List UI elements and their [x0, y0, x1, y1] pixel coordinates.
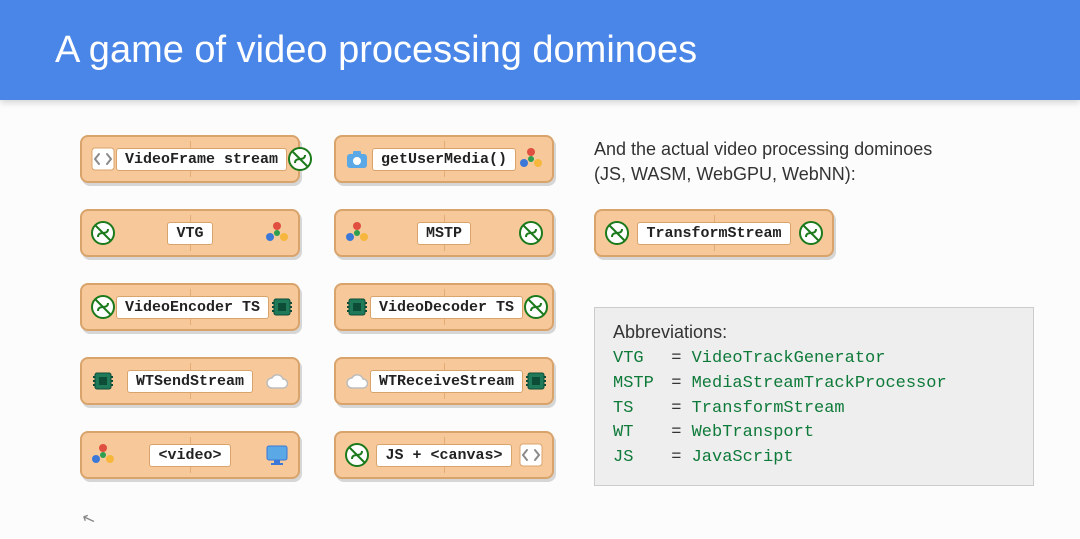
abbrev-equals: =: [661, 423, 692, 442]
abbrev-row: TS = TransformStream: [613, 397, 1015, 422]
chip-icon: [344, 294, 370, 320]
abbrev-key: WT: [613, 421, 661, 446]
abbrev-equals: =: [661, 349, 692, 368]
subtitle: And the actual video processing dominoes…: [594, 137, 1040, 187]
cloud-icon: [264, 368, 290, 394]
abbreviations-title: Abbreviations:: [613, 322, 1015, 343]
abbrev-value: TransformStream: [692, 399, 845, 418]
webrtc-icon: [90, 442, 116, 468]
domino-label: TransformStream: [637, 222, 790, 245]
domino: VideoFrame stream: [80, 135, 300, 183]
abbrev-row: WT = WebTransport: [613, 421, 1015, 446]
chip-icon: [269, 294, 295, 320]
domino-label: WTReceiveStream: [370, 370, 523, 393]
cursor-icon: ↖: [79, 507, 98, 530]
chip-icon: [90, 368, 116, 394]
monitor-icon: [264, 442, 290, 468]
slide-title: A game of video processing dominoes: [55, 29, 697, 72]
abbrev-row: MSTP = MediaStreamTrackProcessor: [613, 372, 1015, 397]
abbreviations-list: VTG = VideoTrackGeneratorMSTP = MediaStr…: [613, 347, 1015, 470]
domino-label: getUserMedia(): [372, 148, 516, 171]
code-icon: [518, 442, 544, 468]
domino-label: JS + <canvas>: [376, 444, 511, 467]
domino: VideoEncoder TS: [80, 283, 300, 331]
domino: getUserMedia(): [334, 135, 554, 183]
abbrev-value: JavaScript: [692, 448, 794, 467]
abbrev-value: MediaStreamTrackProcessor: [692, 374, 947, 393]
dominoes-grid: VideoFrame stream getUserMedia() VTG MSTP Vi…: [80, 135, 554, 486]
domino-label: VTG: [167, 222, 212, 245]
abbrev-equals: =: [661, 374, 692, 393]
abbrev-equals: =: [661, 399, 692, 418]
transform-domino-wrap: TransformStream: [594, 209, 1040, 257]
domino: JS + <canvas>: [334, 431, 554, 479]
abbrev-equals: =: [661, 448, 692, 467]
slide-content: VideoFrame streamgetUserMedia()VTGMSTPVi…: [0, 100, 1080, 486]
abbrev-value: VideoTrackGenerator: [692, 349, 886, 368]
domino-label: WTSendStream: [127, 370, 253, 393]
abbrev-key: TS: [613, 397, 661, 422]
abbrev-row: VTG = VideoTrackGenerator: [613, 347, 1015, 372]
domino: <video>: [80, 431, 300, 479]
camera-icon: [344, 146, 370, 172]
right-column: And the actual video processing dominoes…: [594, 135, 1040, 486]
domino-label: VideoEncoder TS: [116, 296, 269, 319]
slide-header: A game of video processing dominoes: [0, 0, 1080, 100]
abbrev-key: MSTP: [613, 372, 661, 397]
code-icon: [90, 146, 116, 172]
cloud-icon: [344, 368, 370, 394]
abbreviations-box: Abbreviations: VTG = VideoTrackGenerator…: [594, 307, 1034, 485]
streams-icon: [604, 220, 630, 246]
domino-label: VideoDecoder TS: [370, 296, 523, 319]
webrtc-icon: [518, 146, 544, 172]
streams-icon: [90, 220, 116, 246]
domino-transformstream: TransformStream: [594, 209, 834, 257]
chip-icon: [523, 368, 549, 394]
webrtc-icon: [264, 220, 290, 246]
abbrev-key: JS: [613, 446, 661, 471]
domino: VTG: [80, 209, 300, 257]
subtitle-line1: And the actual video processing dominoes: [594, 139, 932, 159]
domino-label: MSTP: [417, 222, 471, 245]
abbrev-row: JS = JavaScript: [613, 446, 1015, 471]
domino: MSTP: [334, 209, 554, 257]
subtitle-line2: (JS, WASM, WebGPU, WebNN):: [594, 164, 856, 184]
domino: WTReceiveStream: [334, 357, 554, 405]
domino-label: VideoFrame stream: [116, 148, 287, 171]
streams-icon: [344, 442, 370, 468]
domino-label: <video>: [149, 444, 230, 467]
abbrev-value: WebTransport: [692, 423, 814, 442]
streams-icon: [523, 294, 549, 320]
webrtc-icon: [344, 220, 370, 246]
abbrev-key: VTG: [613, 347, 661, 372]
domino: VideoDecoder TS: [334, 283, 554, 331]
streams-icon: [90, 294, 116, 320]
domino: WTSendStream: [80, 357, 300, 405]
streams-icon: [798, 220, 824, 246]
streams-icon: [518, 220, 544, 246]
streams-icon: [287, 146, 313, 172]
